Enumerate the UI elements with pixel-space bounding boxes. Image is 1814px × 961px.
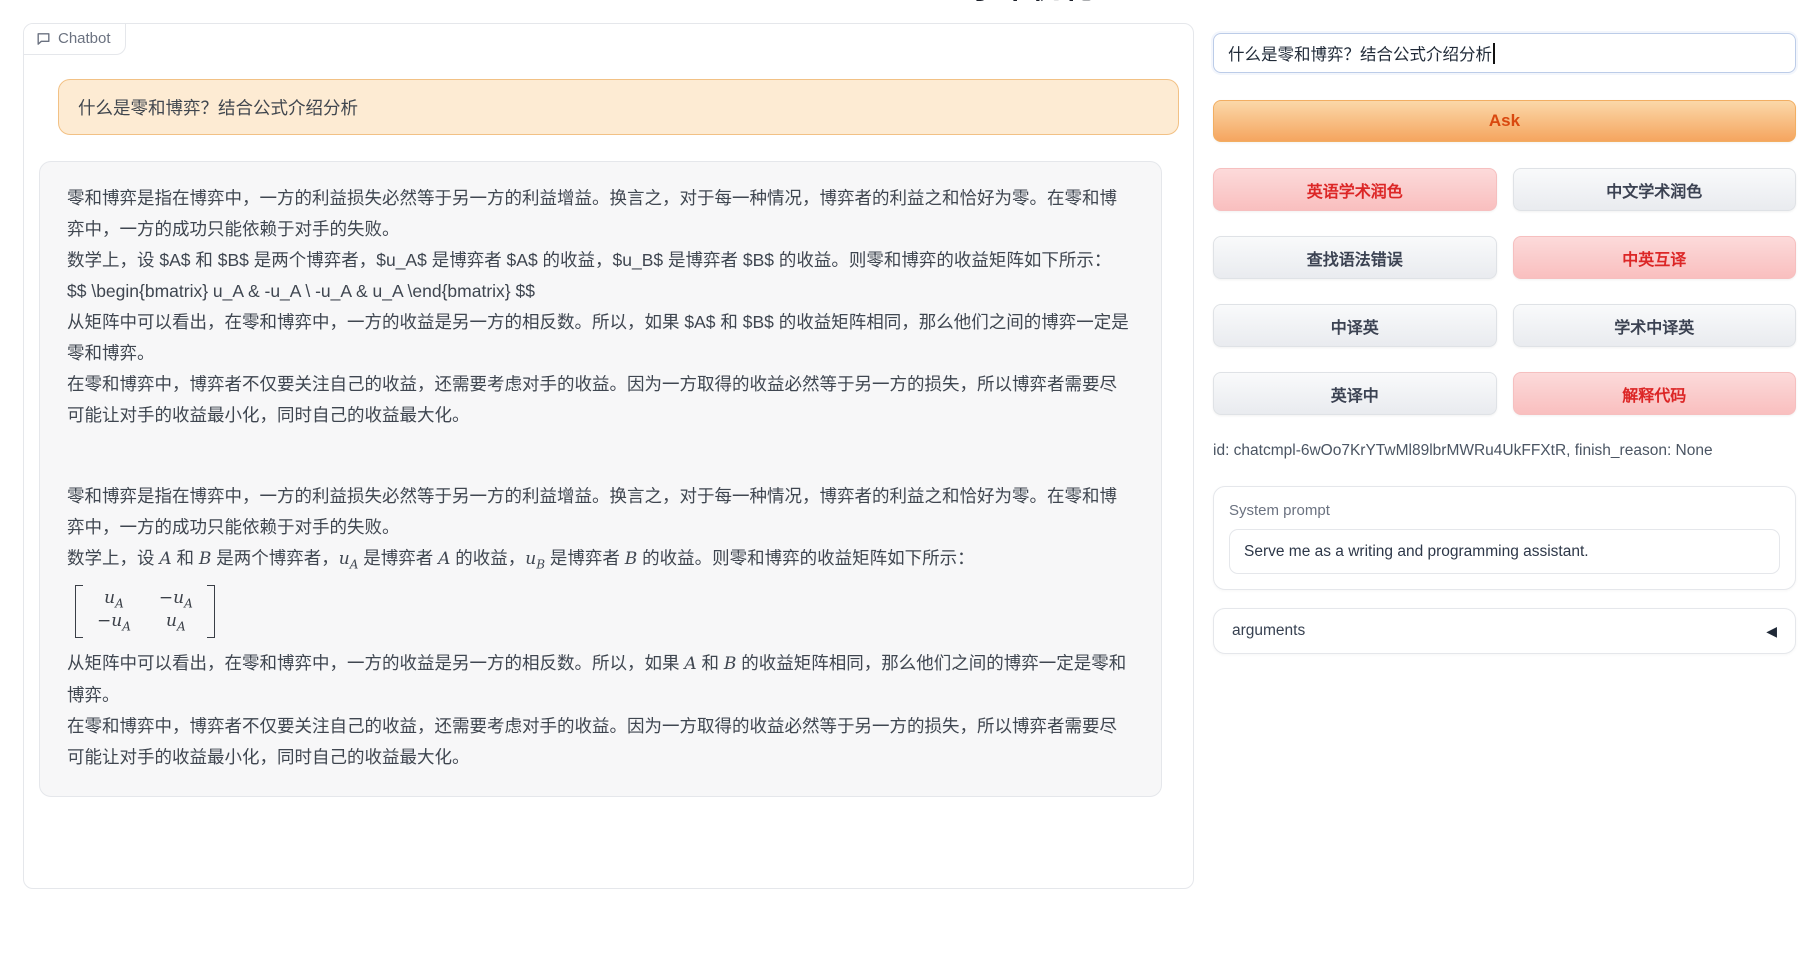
response-status-line: id: chatcmpl-6wOo7KrYTwMl89lbrMWRu4UkFFX… (1213, 442, 1796, 460)
bot-raw-formula: $$ \begin{bmatrix} u_A & -u_A \ -u_A & u… (67, 276, 1134, 307)
user-message-text: 什么是零和博弈？结合公式介绍分析 (78, 95, 358, 120)
bot-message-raw: 零和博弈是指在博弈中，一方的利益损失必然等于另一方的利益增益。换言之，对于每一种… (67, 183, 1134, 431)
bot-raw-paragraph: 数学上，设 $A$ 和 $B$ 是两个博弈者，$u_A$ 是博弈者 $A$ 的收… (67, 245, 1134, 276)
btn-en-to-zh[interactable]: 英译中 (1213, 372, 1497, 415)
chatbot-label: Chatbot (24, 24, 126, 55)
system-prompt-card: System prompt Serve me as a writing and … (1213, 486, 1796, 590)
matrix-right-bracket (207, 585, 215, 639)
chatbot-panel: Chatbot 什么是零和博弈？结合公式介绍分析 零和博弈是指在博弈中，一方的利… (23, 23, 1194, 889)
system-prompt-value: Serve me as a writing and programming as… (1244, 543, 1589, 561)
collapse-arrow-icon: ◀ (1766, 623, 1777, 640)
bot-rendered-paragraph: 数学上，设 A 和 B 是两个博弈者，uA 是博弈者 A 的收益，uB 是博弈者… (67, 543, 1134, 581)
function-button-grid: 英语学术润色 中文学术润色 查找语法错误 中英互译 中译英 学术中译英 英译中 … (1213, 168, 1796, 415)
chatbot-label-text: Chatbot (58, 30, 111, 47)
arguments-accordion[interactable]: arguments ◀ (1213, 608, 1796, 654)
text-caret (1493, 43, 1495, 64)
btn-academic-zh-to-en[interactable]: 学术中译英 (1513, 304, 1797, 347)
btn-chinese-academic-polish[interactable]: 中文学术润色 (1513, 168, 1797, 211)
chat-bubble-icon (36, 31, 51, 46)
bot-rendered-paragraph: 在零和博弈中，博弈者不仅要关注自己的收益，还需要考虑对手的收益。因为一方取得的收… (67, 711, 1134, 773)
user-message-bubble: 什么是零和博弈？结合公式介绍分析 (58, 79, 1179, 135)
btn-explain-code[interactable]: 解释代码 (1513, 372, 1797, 415)
bot-message-rendered: 零和博弈是指在博弈中，一方的利益损失必然等于另一方的利益增益。换言之，对于每一种… (67, 481, 1134, 773)
btn-zh-to-en[interactable]: 中译英 (1213, 304, 1497, 347)
bot-raw-paragraph: 从矩阵中可以看出，在零和博弈中，一方的收益是另一方的相反数。所以，如果 $A$ … (67, 307, 1134, 369)
matrix-cell: −uA (97, 611, 131, 633)
ask-button[interactable]: Ask (1213, 100, 1796, 142)
question-input-value: 什么是零和博弈？结合公式介绍分析 (1228, 41, 1492, 65)
btn-find-grammar-errors[interactable]: 查找语法错误 (1213, 236, 1497, 279)
control-column: 什么是零和博弈？结合公式介绍分析 Ask 英语学术润色 中文学术润色 查找语法错… (1213, 33, 1796, 654)
system-prompt-label: System prompt (1229, 502, 1780, 519)
system-prompt-input[interactable]: Serve me as a writing and programming as… (1229, 529, 1780, 574)
btn-english-academic-polish[interactable]: 英语学术润色 (1213, 168, 1497, 211)
btn-zh-en-mutual-translate[interactable]: 中英互译 (1513, 236, 1797, 279)
matrix-cell: −uA (159, 588, 193, 610)
arguments-accordion-label: arguments (1232, 622, 1305, 640)
page-title-clipped: ChatGPT 学术优化 (0, 0, 1814, 9)
bot-raw-paragraph: 在零和博弈中，博弈者不仅要关注自己的收益，还需要考虑对手的收益。因为一方取得的收… (67, 369, 1134, 431)
bot-rendered-paragraph: 从矩阵中可以看出，在零和博弈中，一方的收益是另一方的相反数。所以，如果 A 和 … (67, 648, 1134, 711)
page-title: ChatGPT 学术优化 (50, 0, 1814, 9)
matrix-cell: uA (159, 611, 193, 633)
message-gap (67, 431, 1134, 481)
question-input[interactable]: 什么是零和博弈？结合公式介绍分析 (1213, 33, 1796, 73)
bot-rendered-paragraph: 零和博弈是指在博弈中，一方的利益损失必然等于另一方的利益增益。换言之，对于每一种… (67, 481, 1134, 543)
payoff-matrix: uA −uA −uA uA (75, 585, 215, 639)
matrix-cell: uA (97, 588, 131, 610)
matrix-left-bracket (75, 585, 83, 639)
bot-raw-paragraph: 零和博弈是指在博弈中，一方的利益损失必然等于另一方的利益增益。换言之，对于每一种… (67, 183, 1134, 245)
bot-message-bubble: 零和博弈是指在博弈中，一方的利益损失必然等于另一方的利益增益。换言之，对于每一种… (39, 161, 1162, 797)
